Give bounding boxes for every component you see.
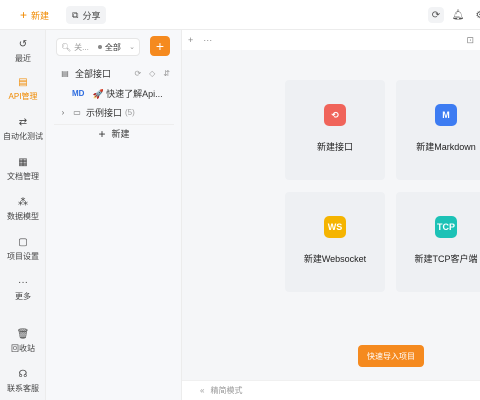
nav-item-label: 最近 [15, 54, 31, 63]
nav-item-recent[interactable]: ↺ 最近 [0, 38, 46, 64]
status-bar: « 精简模式 [182, 380, 480, 400]
card-label: 新建TCP客户端 [414, 254, 478, 264]
tree-root-label: 全部接口 [75, 68, 112, 79]
plus-icon: + [20, 8, 28, 22]
tcp-icon: TCP [435, 216, 457, 238]
nav-item-label: 回收站 [11, 344, 35, 353]
new-tcp-card[interactable]: TCP 新建TCP客户端 [396, 192, 480, 292]
card-label: 新建接口 [316, 142, 353, 152]
card-label: 新建Markdown [416, 142, 476, 152]
tab-list-icon[interactable]: ⊡ [466, 35, 474, 46]
new-markdown-card[interactable]: M 新建Markdown [396, 80, 480, 180]
folder-icon: ▭ [73, 107, 81, 117]
top-bar: + 新建 ⧉ 分享 ⟳ 🔔︎ ⚙ [0, 0, 480, 30]
new-websocket-card[interactable]: WS 新建Websocket [285, 192, 385, 292]
api-doc-icon: ▤ [18, 76, 28, 88]
collapse-icon[interactable]: « [200, 386, 204, 395]
compact-mode-toggle[interactable]: 精简模式 [210, 385, 242, 396]
nav-item-support[interactable]: ☊ 联系客服 [0, 368, 46, 394]
swap-icon: ⇄ [18, 116, 28, 128]
tree-new-label: 新建 [111, 129, 130, 139]
share-button[interactable]: ⧉ 分享 [66, 6, 107, 24]
search-icon: 🔍︎ [61, 42, 72, 52]
sort-icon[interactable]: ⇵ [163, 69, 170, 78]
nav-item-label: 更多 [15, 292, 31, 301]
nav-item-models[interactable]: ⁂ 数据模型 [0, 196, 46, 222]
left-nav: ↺ 最近 ▤ API管理 ⇄ 自动化测试 ▦ 文档管理 ⁂ 数据模型 ▢ 项目设… [0, 30, 46, 400]
refresh-icon[interactable]: ⟳ [428, 7, 444, 23]
nav-item-label: 联系客服 [7, 384, 39, 393]
model-icon: ⁂ [18, 196, 28, 208]
tree-root-all-apis[interactable]: ▤ 全部接口 ⟳ ◇ ⇵ [46, 64, 182, 82]
project-settings-icon: ▢ [18, 236, 28, 248]
bell-icon[interactable]: 🔔︎ [450, 7, 466, 23]
nav-item-autotest[interactable]: ⇄ 自动化测试 [0, 116, 46, 142]
nav-item-label: 数据模型 [7, 212, 39, 221]
md-tag: MD [72, 88, 85, 98]
nav-item-project-settings[interactable]: ▢ 项目设置 [0, 236, 46, 262]
tree-folder-label: 示例接口 [86, 107, 123, 118]
tab-more-icon[interactable]: ··· [203, 35, 212, 45]
nav-item-label: 文档管理 [7, 172, 39, 181]
tree-item-label: 🚀 快速了解Api... [92, 88, 163, 99]
plus-icon: + [98, 126, 106, 141]
tab-bar: + ··· ⊡ [182, 30, 480, 50]
share-button-label: 分享 [82, 10, 101, 21]
link-icon: ⟲ [324, 104, 346, 126]
nav-item-docs[interactable]: ▦ 文档管理 [0, 156, 46, 182]
add-tab-button[interactable]: + [188, 35, 193, 45]
share-icon: ⧉ [72, 9, 79, 20]
quick-import-button[interactable]: 快速导入项目 [358, 345, 424, 367]
api-tree-panel: 🔍︎ 关... 全部 ⌄ + ▤ 全部接口 ⟳ ◇ ⇵ MD 🚀 快速了解Api… [46, 30, 182, 400]
history-icon: ↺ [18, 38, 28, 50]
websocket-icon: WS [324, 216, 346, 238]
search-placeholder: 关... [74, 42, 89, 52]
tree-folder-count: (5) [125, 107, 135, 117]
nav-item-label: API管理 [8, 92, 38, 101]
document-icon: ▦ [18, 156, 28, 168]
headset-icon: ☊ [18, 368, 28, 380]
settings-icon[interactable]: ⚙ [472, 7, 480, 23]
more-icon: ··· [18, 276, 28, 288]
main-area: + ··· ⊡ ⟲ 新建接口 M 新建Markdown WS 新建Websock… [182, 30, 480, 400]
add-button[interactable]: + [150, 36, 170, 56]
new-api-card[interactable]: ⟲ 新建接口 [285, 80, 385, 180]
chevron-down-icon: ⌄ [129, 44, 135, 51]
filter-select[interactable]: 全部 [105, 42, 121, 53]
nav-item-api[interactable]: ▤ API管理 [0, 76, 46, 102]
chevron-right-icon: › [61, 107, 65, 117]
tree-item-md-doc[interactable]: MD 🚀 快速了解Api... [46, 84, 182, 102]
trash-icon: 🗑︎ [16, 328, 30, 340]
filter-dot-icon [97, 45, 102, 49]
markdown-icon: M [435, 104, 457, 126]
tree-folder-examples[interactable]: › ▭ 示例接口 (5) [46, 103, 182, 121]
nav-item-label: 自动化测试 [3, 132, 43, 141]
nav-item-more[interactable]: ··· 更多 [0, 276, 46, 302]
card-label: 新建Websocket [303, 254, 367, 264]
tree-new-button[interactable]: + 新建 [54, 124, 174, 142]
list-icon: ▤ [61, 68, 69, 78]
welcome-panel: ⟲ 新建接口 M 新建Markdown WS 新建Websocket TCP 新… [182, 50, 480, 380]
locate-icon[interactable]: ◇ [149, 69, 155, 78]
new-button[interactable]: + 新建 [14, 6, 55, 24]
nav-item-trash[interactable]: 🗑︎ 回收站 [0, 328, 46, 354]
new-button-label: 新建 [31, 10, 50, 21]
refresh-icon[interactable]: ⟳ [134, 69, 141, 78]
search-input[interactable]: 🔍︎ 关... 全部 ⌄ [56, 38, 140, 56]
nav-item-label: 项目设置 [7, 252, 39, 261]
